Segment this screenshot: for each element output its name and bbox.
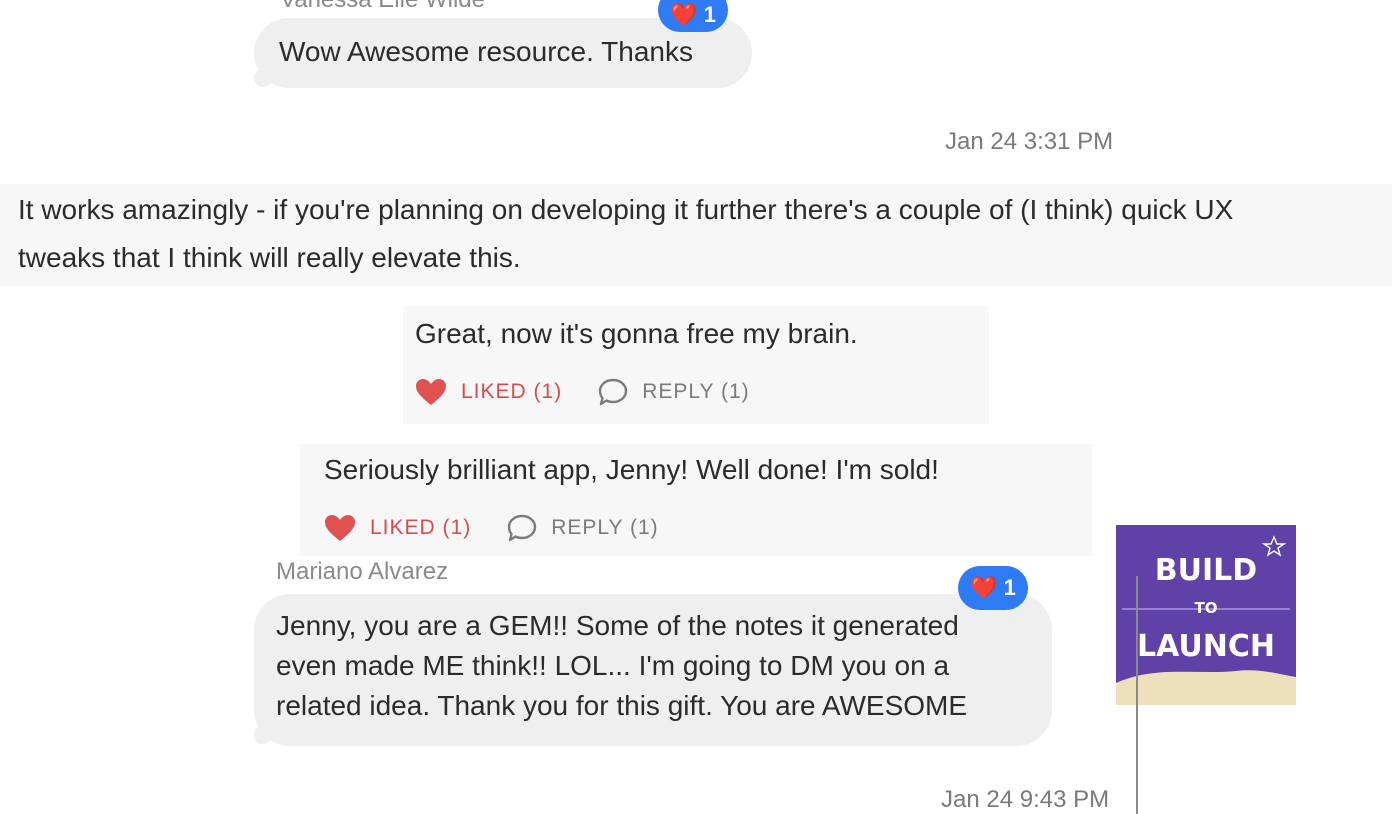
- message-line: related idea. Thank you for this gift. Y…: [276, 690, 968, 721]
- heart-reaction-button[interactable]: ❤️ 1: [658, 0, 728, 32]
- bubble-tail: [254, 726, 272, 744]
- liked-button[interactable]: LIKED (1): [324, 514, 471, 542]
- reply-label: REPLY (1): [551, 516, 659, 539]
- message-bubble: Jenny, you are a GEM!! Some of the notes…: [254, 594, 1052, 746]
- comment-card: Seriously brilliant app, Jenny! Well don…: [300, 444, 1092, 556]
- banner-line: It works amazingly - if you're planning …: [18, 194, 1234, 225]
- liked-label: LIKED (1): [370, 516, 472, 539]
- reply-label: REPLY (1): [642, 380, 750, 403]
- reply-button[interactable]: REPLY (1): [507, 514, 658, 542]
- heart-reaction-button[interactable]: ❤️ 1: [958, 566, 1028, 610]
- thumbnail-title: TO: [1194, 599, 1218, 617]
- speech-bubble-icon: [508, 514, 537, 542]
- reaction-count: 1: [703, 2, 716, 27]
- reaction-count: 1: [1003, 575, 1016, 600]
- message-author: Mariano Alvarez: [276, 558, 449, 580]
- reply-button[interactable]: REPLY (1): [598, 378, 749, 406]
- thumbnail-title: BUILD: [1154, 553, 1258, 588]
- thumbnail-title: LAUNCH: [1136, 629, 1275, 664]
- comment-actions: LIKED (1) REPLY (1): [324, 514, 659, 542]
- comment-text: Seriously brilliant app, Jenny! Well don…: [324, 454, 939, 485]
- liked-label: LIKED (1): [461, 380, 563, 403]
- liked-button[interactable]: LIKED (1): [415, 378, 562, 406]
- message-line: Jenny, you are a GEM!! Some of the notes…: [276, 610, 959, 641]
- heart-emoji-icon: ❤️: [670, 2, 698, 27]
- message-text: Wow Awesome resource. Thanks: [279, 36, 693, 67]
- timestamp: Jan 24 9:43 PM: [941, 786, 1110, 813]
- speech-bubble-icon: [599, 378, 628, 406]
- comment-text: Great, now it's gonna free my brain.: [415, 318, 858, 349]
- text-cursor-line: [1136, 576, 1138, 814]
- bubble-tail: [254, 69, 272, 87]
- quoted-banner: It works amazingly - if you're planning …: [0, 184, 1392, 286]
- author-clip: Mariano Alvarez: [276, 556, 496, 580]
- heart-emoji-icon: ❤️: [970, 575, 998, 600]
- build-to-launch-thumbnail[interactable]: BUILD TO LAUNCH: [1116, 525, 1296, 705]
- timestamp: Jan 24 3:31 PM: [945, 128, 1114, 155]
- heart-icon: [325, 515, 355, 541]
- heart-icon: [416, 379, 446, 405]
- comment-actions: LIKED (1) REPLY (1): [415, 378, 750, 406]
- banner-line: tweaks that I think will really elevate …: [18, 242, 521, 273]
- message-line: even made ME think!! LOL... I'm going to…: [276, 650, 950, 681]
- message-author: Vanessa Elle Wilde: [280, 0, 485, 14]
- comment-card: Great, now it's gonna free my brain. LIK…: [403, 306, 989, 424]
